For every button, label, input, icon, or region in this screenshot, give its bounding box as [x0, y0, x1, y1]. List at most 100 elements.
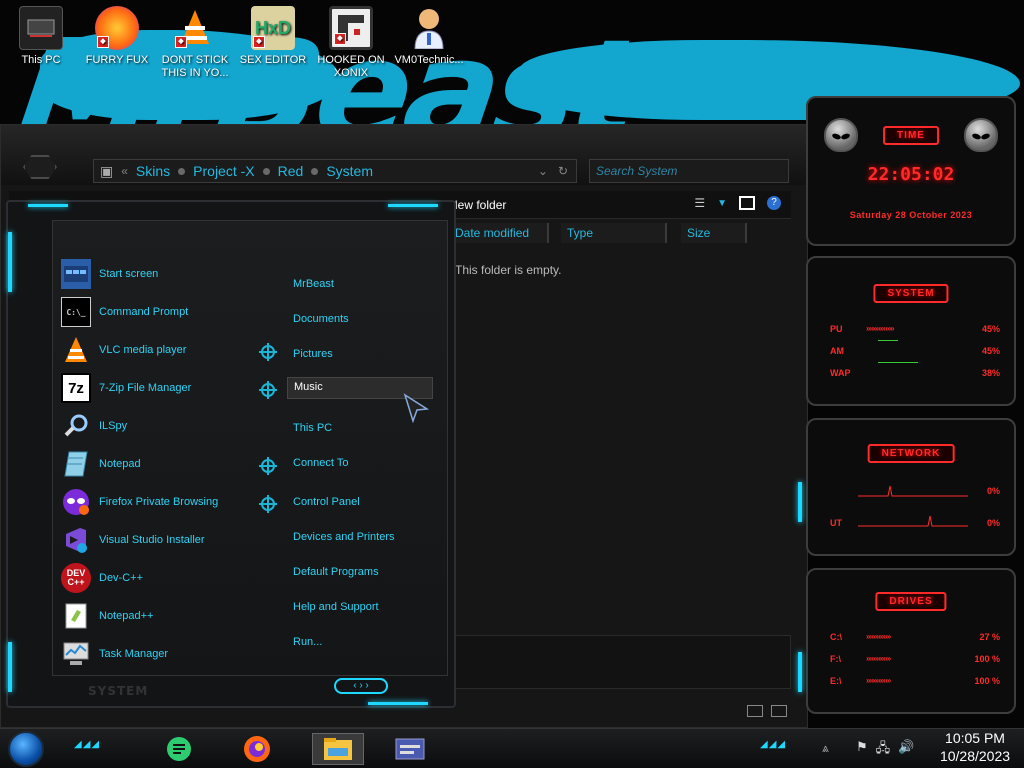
desktop-icon-hxd[interactable]: HxD ◆ SEX EDITOR	[234, 6, 312, 67]
program-7zip[interactable]: 7z 7-Zip File Manager	[61, 373, 191, 403]
start-screen-icon	[61, 259, 91, 289]
start-nav-arrows[interactable]: ‹ › ›	[334, 678, 388, 694]
flag-icon[interactable]: ⚑	[856, 739, 868, 761]
chevron-down-icon[interactable]: ⌄	[538, 164, 548, 178]
pin-icon[interactable]	[259, 495, 277, 513]
hxd-icon: HxD ◆	[251, 6, 295, 50]
place-help-support[interactable]: Help and Support	[287, 598, 433, 616]
tray-expand-icon[interactable]: ⩓	[822, 741, 829, 756]
refresh-icon[interactable]: ↻	[558, 164, 568, 178]
cyan-accent	[28, 204, 68, 207]
taskbar-app-green[interactable]	[162, 733, 196, 765]
column-header-type[interactable]: Type	[561, 223, 667, 243]
xonix-icon: ◆	[329, 6, 373, 50]
breadcrumb-item[interactable]: System	[326, 163, 373, 179]
program-vs-installer[interactable]: Visual Studio Installer	[61, 525, 205, 555]
start-button[interactable]	[8, 731, 44, 767]
ilspy-icon	[61, 411, 91, 441]
place-connect-to[interactable]: Connect To	[287, 454, 433, 472]
place-pictures[interactable]: Pictures	[287, 345, 433, 363]
desktop-icon-vm0[interactable]: VM0Technic...	[390, 6, 468, 67]
firefox-icon	[244, 736, 270, 762]
breadcrumb-item[interactable]: Project -X	[193, 163, 254, 179]
taskbar-clock[interactable]: 10:05 PM 10/28/2023	[930, 729, 1020, 765]
desktop-icon-label: SEX EDITOR	[239, 54, 307, 66]
pin-icon[interactable]	[259, 381, 277, 399]
gadget-drives: DRIVES C:\»»»»»»» 27 % F:\»»»»»»» 100 % E:…	[806, 568, 1016, 714]
gadget-title: TIME	[883, 126, 939, 145]
preview-pane-icon[interactable]	[739, 196, 755, 210]
taskbar-app-control-panel[interactable]	[384, 733, 436, 765]
breadcrumb-item[interactable]: Red	[278, 163, 304, 179]
doctor-icon	[407, 6, 451, 50]
explorer-header: ▣ « Skins Project -X Red System ⌄ ↻ Sear…	[1, 125, 807, 185]
gadget-system: SYSTEM PU»»»»»»»» 45% AM 45% WAP 38%	[806, 256, 1016, 406]
desktop-icon-firefox[interactable]: ◆ FURRY FUX	[78, 6, 156, 67]
program-notepadpp[interactable]: Notepad++	[61, 601, 153, 631]
large-icons-view-icon[interactable]	[771, 705, 787, 717]
chevron-down-icon[interactable]: ▼	[717, 198, 727, 209]
address-bar[interactable]: ▣ « Skins Project -X Red System ⌄ ↻	[93, 159, 577, 183]
desktop-icon-this-pc[interactable]: This PC	[2, 6, 80, 67]
breadcrumb-item[interactable]: Skins	[136, 163, 170, 179]
program-command-prompt[interactable]: C:\_ Command Prompt	[61, 297, 188, 327]
gadget-title: DRIVES	[875, 592, 947, 611]
pin-icon[interactable]	[259, 343, 277, 361]
search-input[interactable]: Search System	[589, 159, 789, 183]
program-label: 7-Zip File Manager	[99, 382, 192, 394]
gadget-date: Saturday 28 October 2023	[849, 210, 973, 220]
program-vlc[interactable]: VLC media player	[61, 335, 186, 365]
breadcrumb-back-icon[interactable]: «	[121, 164, 128, 178]
place-default-programs[interactable]: Default Programs	[287, 563, 433, 581]
7zip-icon: 7z	[61, 373, 91, 403]
program-firefox-private[interactable]: Firefox Private Browsing	[61, 487, 218, 517]
separator-icon	[311, 167, 319, 175]
desktop-icon-label: DONT STICK THIS IN YO...	[161, 54, 229, 79]
program-task-manager[interactable]: Task Manager	[61, 639, 168, 669]
program-ilspy[interactable]: ILSpy	[61, 411, 127, 441]
graph-line	[878, 340, 898, 341]
firefox-private-icon	[61, 487, 91, 517]
firefox-icon: ◆	[95, 6, 139, 50]
alien-head-icon	[824, 118, 858, 152]
desktop-icon-label: VM0Technic...	[394, 54, 464, 66]
taskbar-app-firefox[interactable]	[240, 733, 274, 765]
taskbar-decoration: ◢◢◢	[74, 739, 101, 750]
program-devcpp[interactable]: DEV C++ Dev-C++	[61, 563, 143, 593]
taskbar-app-explorer[interactable]	[312, 733, 364, 765]
view-options-icon[interactable]: ☰	[694, 196, 705, 210]
place-run[interactable]: Run...	[287, 633, 433, 651]
place-documents[interactable]: Documents	[287, 310, 433, 328]
program-label: Firefox Private Browsing	[99, 496, 219, 508]
cyan-accent	[8, 642, 12, 692]
control-panel-icon	[395, 738, 425, 760]
cyan-accent	[798, 652, 802, 692]
gadget-network: NETWORK 0% UT 0%	[806, 418, 1016, 556]
program-notepad[interactable]: Notepad	[61, 449, 141, 479]
volume-icon[interactable]: 🔊	[898, 739, 914, 761]
program-label: Dev-C++	[99, 572, 144, 584]
desktop-icon-xonix[interactable]: ◆ HOOKED ON XONIX	[312, 6, 390, 80]
pin-icon[interactable]	[259, 457, 277, 475]
details-view-icon[interactable]	[747, 705, 763, 717]
column-header-date[interactable]: Date modified	[449, 223, 549, 243]
program-start-screen[interactable]: Start screen	[61, 259, 158, 289]
cyan-accent	[8, 232, 12, 292]
gadget-clock: 22:05:02	[867, 164, 955, 185]
separator-icon	[262, 167, 270, 175]
place-devices-printers[interactable]: Devices and Printers	[287, 528, 433, 546]
gadget-time: TIME 22:05:02 Saturday 28 October 2023	[806, 96, 1016, 246]
place-control-panel[interactable]: Control Panel	[287, 493, 433, 511]
vlc-icon	[61, 335, 91, 365]
details-pane	[451, 635, 791, 689]
place-mrbeast[interactable]: MrBeast	[287, 275, 433, 293]
desktop-icon-vlc[interactable]: ◆ DONT STICK THIS IN YO...	[156, 6, 234, 80]
taskbar: ◢◢◢ ◢◢◢ ⩓ ⚑ 🖧 🔊 10:05 PM 10/28/2023	[0, 728, 1024, 768]
clock-time: 10:05 PM	[945, 730, 1005, 746]
column-header-size[interactable]: Size	[681, 223, 747, 243]
help-icon[interactable]: ?	[767, 196, 781, 210]
new-folder-button[interactable]: New folder	[449, 198, 506, 212]
desktop-gadgets: TIME 22:05:02 Saturday 28 October 2023 S…	[796, 92, 1024, 728]
network-icon[interactable]: 🖧	[876, 739, 891, 761]
clock-date: 10/28/2023	[939, 748, 1011, 764]
